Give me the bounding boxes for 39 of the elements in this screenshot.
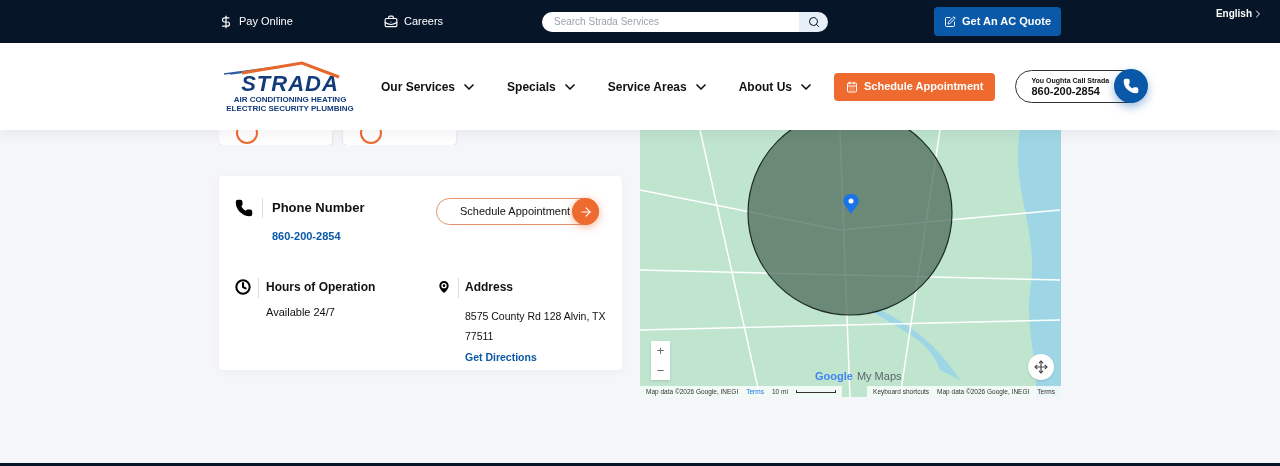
search-icon	[807, 15, 820, 28]
logo-tagline: ELECTRIC SECURITY PLUMBING	[226, 103, 354, 113]
logo-tagline: AIR CONDITIONING HEATING	[233, 94, 347, 104]
company-logo[interactable]: STRADA AIR CONDITIONING HEATING ELECTRIC SECURITY PLUMBING	[222, 60, 358, 113]
calendar-icon	[846, 80, 859, 93]
nav-menu-item[interactable]: Our Services	[381, 77, 478, 96]
quote-button[interactable]: Get An AC Quote	[934, 7, 1061, 36]
briefcase-icon	[384, 14, 398, 29]
search-button[interactable]	[799, 11, 828, 32]
phone-icon	[1123, 78, 1140, 94]
phone-title: Phone Number	[272, 199, 365, 217]
phone-link[interactable]: 860-200-2854	[272, 227, 365, 244]
nav-menu-item[interactable]: About Us	[738, 77, 815, 96]
address-text: 8575 County Rd 128 Alvin, TX 77511	[465, 309, 607, 345]
arrow-right-icon	[578, 204, 593, 219]
nav-menu-item[interactable]: Specials	[507, 77, 578, 96]
logo-wordmark: STRADA	[241, 72, 339, 95]
dollar-icon	[219, 14, 233, 29]
call-phone: 860-200-2854	[1031, 84, 1100, 98]
phone-icon	[235, 199, 253, 217]
nav-menu-item[interactable]: Service Areas	[607, 77, 709, 96]
hours-value: Available 24/7	[266, 305, 336, 321]
form-icon	[944, 15, 956, 28]
directions-link[interactable]: Get Directions	[465, 350, 625, 366]
top-link[interactable]: Careers	[384, 13, 542, 30]
zoom-in-button[interactable]: +	[651, 341, 670, 360]
phone-button[interactable]	[1114, 69, 1149, 103]
pin-icon	[436, 279, 452, 296]
zoom-out-button[interactable]: −	[651, 360, 670, 380]
address-title: Address	[465, 279, 515, 297]
hours-title: Hours of Operation	[266, 279, 376, 297]
clock-icon	[235, 279, 251, 296]
language-link[interactable]: English	[1215, 6, 1264, 21]
search-field[interactable]: Search Strada Services	[542, 11, 799, 32]
top-link[interactable]: Pay Online	[219, 13, 384, 30]
map-logo-suffix: My Maps	[856, 368, 902, 384]
map-logo: Google	[815, 368, 853, 384]
scale-bar	[795, 390, 836, 393]
move-icon	[1034, 360, 1048, 374]
